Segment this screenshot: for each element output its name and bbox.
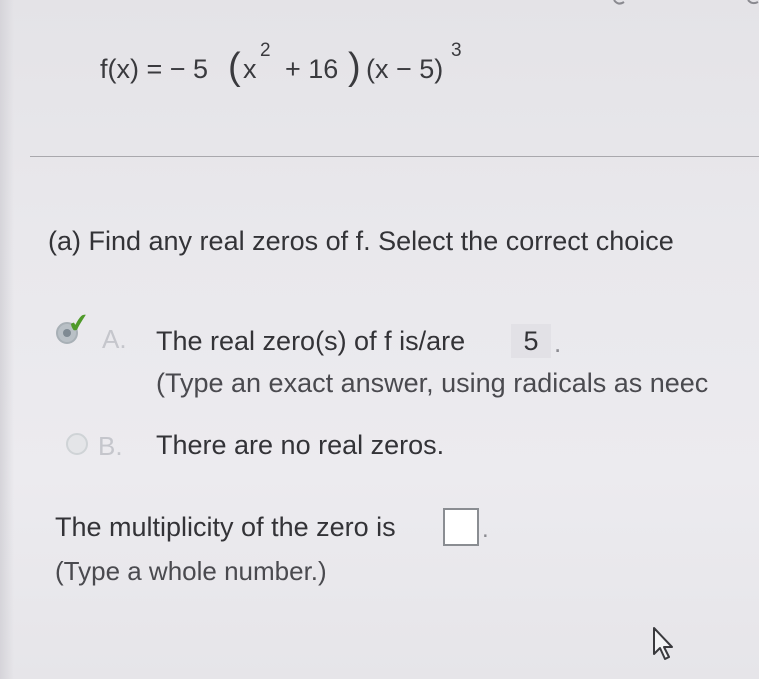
multiplicity-label: The multiplicity of the zero is xyxy=(55,512,396,542)
formula-open-paren: ( xyxy=(228,46,241,88)
formula-x-exponent: 2 xyxy=(260,40,271,61)
multiplicity-period: . xyxy=(482,516,489,543)
multiplicity-input[interactable] xyxy=(443,508,479,546)
option-a-answer-period: . xyxy=(554,328,562,358)
formula-close-paren: ) xyxy=(348,46,361,88)
formula-x: x xyxy=(243,54,257,84)
option-a-text: The real zero(s) of f is/are xyxy=(156,326,466,356)
section-divider xyxy=(30,156,759,157)
multiplicity-hint: (Type a whole number.) xyxy=(55,556,327,586)
formula-factor-exponent: 3 xyxy=(451,40,462,61)
option-b-letter: B. xyxy=(98,431,123,461)
mouse-pointer-icon xyxy=(653,627,673,660)
formula-factor-x-minus-5: (x − 5) xyxy=(366,54,444,84)
option-a-answer-field[interactable]: 5 xyxy=(511,324,551,358)
option-a-letter: A. xyxy=(102,324,127,354)
top-edge-marks xyxy=(613,0,759,5)
question-part-a: (a) Find any real zeros of f. Select the… xyxy=(48,226,674,256)
option-a-hint: (Type an exact answer, using radicals as… xyxy=(156,368,709,398)
screen-edge-shadow xyxy=(0,0,14,679)
option-b-radio[interactable] xyxy=(66,433,88,455)
formula-lhs: f(x) = − 5 xyxy=(100,54,209,84)
check-icon: ✔ xyxy=(65,306,92,340)
option-b-text: There are no real zeros. xyxy=(156,430,445,460)
formula-plus-16: + 16 xyxy=(285,54,339,84)
